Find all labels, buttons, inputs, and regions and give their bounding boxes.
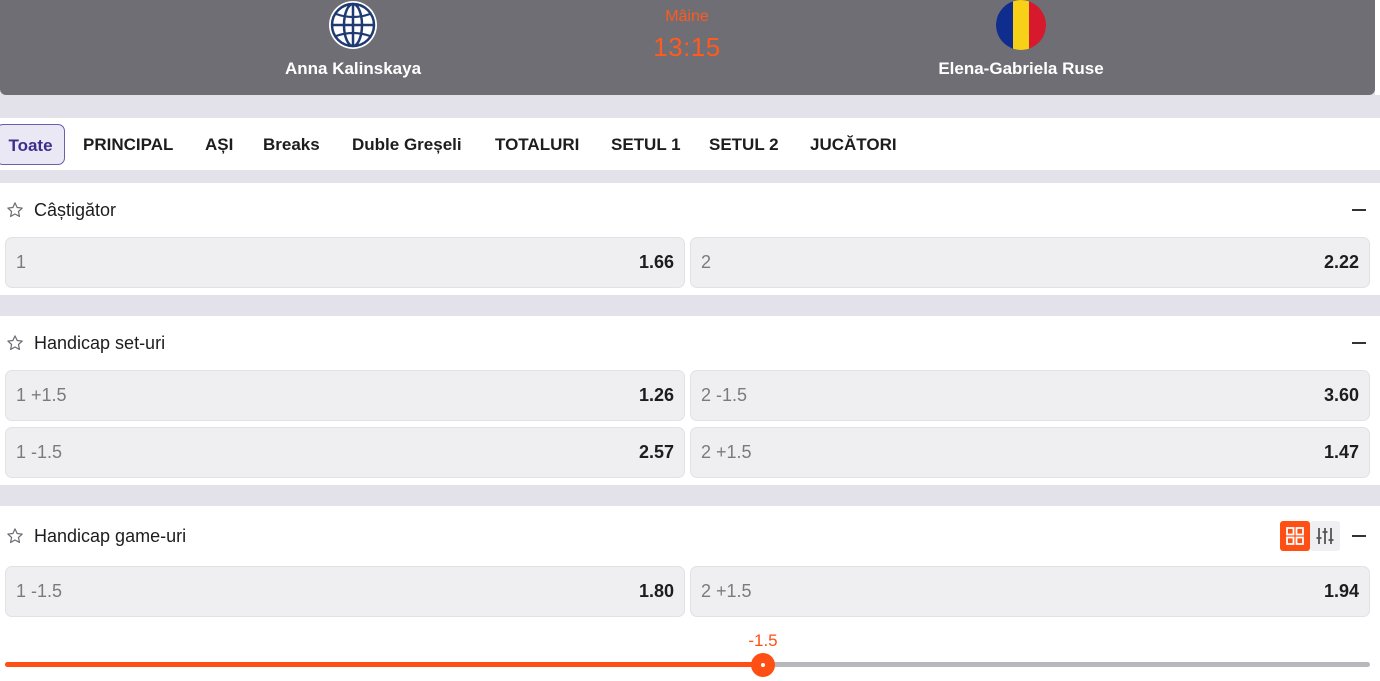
match-header: Anna Kalinskaya Mâine 13:15 Elena-Gabrie… [0, 0, 1375, 95]
market-title: Câștigător [34, 200, 117, 220]
market-title: Handicap game-uri [34, 526, 187, 546]
odd-button[interactable]: 1 -1.5 1.80 [5, 566, 685, 617]
player-2-name: Elena-Gabriela Ruse [938, 59, 1104, 78]
odd-button[interactable]: 2 +1.5 1.94 [690, 566, 1370, 617]
grid-view-button[interactable] [1280, 521, 1310, 551]
player-1-name: Anna Kalinskaya [284, 59, 422, 78]
odd-value: 1.94 [1323, 581, 1359, 601]
match-time: 13:15 [653, 32, 721, 62]
odd-value: 1.80 [638, 581, 674, 601]
tab-principal[interactable]: PRINCIPAL [83, 124, 173, 165]
odd-button[interactable]: 1 -1.5 2.57 [5, 427, 685, 478]
odd-label: 2 [701, 252, 712, 272]
odd-label: 1 -1.5 [16, 581, 63, 601]
odd-button[interactable]: 2 -1.5 3.60 [690, 370, 1370, 421]
collapse-icon[interactable] [1352, 535, 1366, 537]
odd-value: 1.47 [1323, 442, 1359, 462]
tab-setul-2[interactable]: SETUL 2 [709, 124, 779, 165]
market-handicap-seturi: Handicap set-uri 1 +1.5 1.26 2 -1.5 3.60… [0, 316, 1380, 485]
tab-duble-greseli[interactable]: Duble Greșeli [352, 124, 462, 165]
odd-label: 1 [16, 252, 27, 272]
market-castigator: Câștigător 1 1.66 2 2.22 [0, 183, 1380, 295]
tab-toate[interactable]: Toate [0, 124, 65, 165]
odd-button[interactable]: 2 +1.5 1.47 [690, 427, 1370, 478]
odd-value: 1.26 [638, 385, 674, 405]
odd-button[interactable]: 1 +1.5 1.26 [5, 370, 685, 421]
scrollbar-track[interactable] [1375, 0, 1380, 95]
handicap-slider-fill [5, 662, 756, 667]
romania-flag-icon [996, 0, 1046, 50]
match-day: Mâine [665, 8, 709, 25]
collapse-icon[interactable] [1352, 209, 1366, 211]
odd-label: 1 +1.5 [16, 385, 67, 405]
globe-icon [329, 1, 377, 49]
collapse-icon[interactable] [1352, 342, 1366, 344]
grid-icon [1286, 527, 1304, 545]
market-handicap-gameuri: Handicap game-uri 1 -1.5 1.80 2 +1.5 1.9… [0, 506, 1380, 681]
tab-setul-1[interactable]: SETUL 1 [611, 124, 681, 165]
tab-breaks[interactable]: Breaks [263, 124, 320, 165]
slider-value-label: -1.5 [748, 631, 778, 650]
tab-totaluri[interactable]: TOTALURI [495, 124, 579, 165]
tab-jucatori[interactable]: JUCĂTORI [810, 124, 897, 165]
player-2: Elena-Gabriela Ruse [901, 0, 1141, 79]
star-icon[interactable] [6, 334, 24, 352]
star-icon[interactable] [6, 201, 24, 219]
odd-value: 2.57 [638, 442, 674, 462]
handicap-slider-track[interactable] [5, 662, 1370, 667]
odd-value: 3.60 [1323, 385, 1359, 405]
odd-label: 1 -1.5 [16, 442, 63, 462]
odd-label: 2 -1.5 [701, 385, 748, 405]
player-1: Anna Kalinskaya [233, 0, 473, 79]
slider-view-button[interactable] [1310, 521, 1340, 551]
odd-value: 2.22 [1323, 252, 1359, 272]
odd-button[interactable]: 2 2.22 [690, 237, 1370, 288]
odd-button[interactable]: 1 1.66 [5, 237, 685, 288]
tab-asi[interactable]: AȘI [205, 124, 233, 165]
market-tabs: Toate PRINCIPAL AȘI Breaks Duble Greșeli… [0, 118, 1380, 170]
odd-value: 1.66 [638, 252, 674, 272]
market-title: Handicap set-uri [34, 333, 166, 353]
match-start: Mâine 13:15 [587, 8, 787, 63]
sliders-icon [1316, 528, 1334, 544]
odd-label: 2 +1.5 [701, 581, 752, 601]
handicap-slider-thumb[interactable] [751, 653, 775, 677]
odd-label: 2 +1.5 [701, 442, 752, 462]
star-icon[interactable] [6, 527, 24, 545]
